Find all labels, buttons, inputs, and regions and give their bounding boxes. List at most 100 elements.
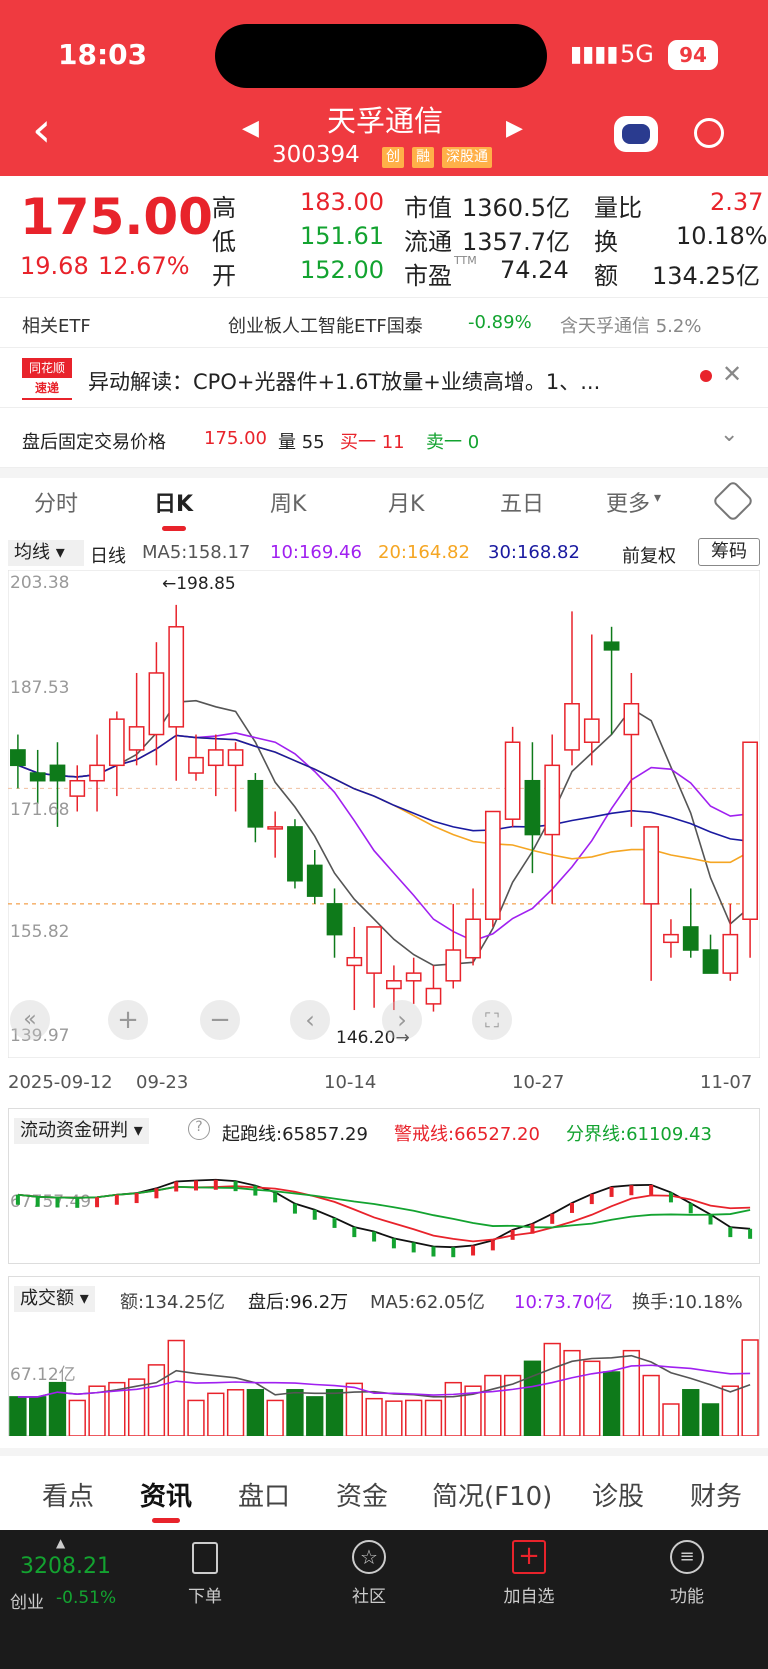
candle [603,641,620,651]
nav-functions[interactable]: 功能 [662,1582,712,1607]
flow-bar [589,1194,594,1205]
flow-bar [273,1192,278,1203]
low-value: 151.61 [300,222,384,250]
ma5-line [17,699,751,967]
flow-bar [748,1228,753,1239]
news-text[interactable]: 异动解读：CPO+光器件+1.6T放量+业绩高增。1、... [88,366,600,396]
flow-bar [352,1227,357,1238]
y-tick-label: 155.82 [10,922,70,942]
tab-weekly-k[interactable]: 周K [270,486,306,518]
tab-more[interactable]: 更多 [606,486,650,518]
x-tick-label: 10-14 [324,1072,377,1093]
back-icon[interactable]: ‹ [32,106,51,154]
tab-intraday[interactable]: 分时 [34,486,78,518]
news-row[interactable]: 同花顺 速递 异动解读：CPO+光器件+1.6T放量+业绩高增。1、... ✕ [0,348,768,408]
flow-bar [550,1213,555,1224]
related-etf-row[interactable]: 相关ETF 创业板人工智能ETF国泰 -0.89% 含天孚通信 5.2% [0,298,768,348]
nav-add-watchlist[interactable]: 加自选 [494,1582,564,1607]
flow-bar [75,1197,80,1208]
chip-button[interactable]: 筹码 [698,538,760,566]
candle [564,703,580,751]
stock-name: 天孚通信 [326,104,443,138]
high-label: 高 [212,194,236,222]
candle [623,703,640,736]
flow-bar [134,1193,139,1204]
nav-order[interactable]: 下单 [180,1582,230,1607]
candle [366,926,382,974]
candle [49,764,66,782]
flow-bar [728,1227,733,1238]
settings-icon[interactable] [711,479,755,523]
flow-bar [490,1240,495,1251]
zoom-in-icon[interactable]: + [108,1000,148,1040]
volume-select[interactable]: 成交额 ▾ [14,1286,95,1312]
flow-bar [292,1203,297,1214]
candle [405,972,422,982]
tab-monthly-k[interactable]: 月K [388,486,424,518]
flow-bar [253,1185,258,1196]
candle [148,672,165,736]
fullscreen-icon[interactable]: ⛶ [472,1000,512,1040]
order-icon [192,1542,218,1574]
float-value: 1357.7亿 [462,228,570,256]
prev-stock-icon[interactable]: ◀ [242,116,259,141]
nav-community[interactable]: 社区 [344,1582,394,1607]
flow-select[interactable]: 流动资金研判 ▾ [14,1118,149,1144]
app-header: 18:03 ▮▮▮▮ 5G 94 ‹ ◀ ▶ 天孚通信 300394 创 融 深… [0,0,768,176]
search-icon[interactable] [694,118,724,148]
indicator-select[interactable]: 均线 ▾ [8,540,84,566]
volume-bar [226,1389,245,1436]
help-icon[interactable]: ? [188,1118,210,1140]
pe-value: 74.24 [500,256,569,284]
prev-icon[interactable]: ‹ [290,1000,330,1040]
tab-f10[interactable]: 简况(F10) [432,1476,552,1513]
volume-bar [662,1403,680,1436]
tab-news[interactable]: 资讯 [140,1476,192,1513]
x-tick-label: 09-23 [136,1072,189,1093]
candle [722,933,739,974]
tab-order-book[interactable]: 盘口 [238,1476,290,1513]
robot-icon[interactable] [614,116,658,152]
kline-chart[interactable] [8,570,760,1058]
candle [188,756,204,774]
volume-bar [365,1397,383,1436]
zoom-out-icon[interactable]: − [200,1000,240,1040]
pe-label: 市盈 [404,262,452,290]
tag-chuang: 创 [382,147,404,168]
etf-pct: -0.89% [468,312,532,333]
tag-rong: 融 [412,147,434,168]
max-annotation: ←198.85 [162,574,236,594]
flow-bar [629,1185,634,1196]
open-label: 开 [212,262,236,290]
tab-finance[interactable]: 财务 [690,1476,742,1513]
scroll-left-icon[interactable]: « [10,1000,50,1040]
adjust-select[interactable]: 前复权 [622,542,676,568]
tab-highlights[interactable]: 看点 [42,1476,94,1513]
y-tick-label: 187.53 [10,678,70,698]
ma20-label: 20:164.82 [378,542,470,563]
volume-bar [207,1392,225,1436]
news-logo: 同花顺 速递 [22,358,72,400]
flow-bar [649,1184,654,1195]
tab-daily-k[interactable]: 日K [154,486,193,518]
etf-name[interactable]: 创业板人工智能ETF国泰 [228,312,423,338]
after-hours-row[interactable]: 盘后固定交易价格 175.00 量 55 买一 11 卖一 0 ⌄ [0,408,768,468]
tab-diagnosis[interactable]: 诊股 [592,1476,644,1513]
quote-panel: 175.00 19.68 12.67% 高 183.00 低 151.61 开 … [0,176,768,298]
flow-bar [609,1186,614,1197]
tab-five-day[interactable]: 五日 [500,486,544,518]
candle [306,864,323,897]
index-value[interactable]: 3208.21 [20,1554,111,1579]
change: 19.68 [20,252,89,280]
stock-code: 300394 [272,142,360,168]
volume-bar [266,1399,284,1436]
tab-funds[interactable]: 资金 [336,1476,388,1513]
chevron-down-icon[interactable]: ⌄ [720,422,738,447]
volume-bar [187,1399,205,1436]
y-tick-label: 203.38 [10,573,70,593]
next-icon[interactable]: › [382,1000,422,1040]
vr-label: 量比 [594,194,642,222]
bottom-nav: ▲ 3208.21 创业 -0.51% 下单 ☆ 社区 + 加自选 ≡ 功能 [0,1530,768,1669]
close-icon[interactable]: ✕ [722,360,742,388]
ma5-label: MA5:158.17 [142,542,251,563]
